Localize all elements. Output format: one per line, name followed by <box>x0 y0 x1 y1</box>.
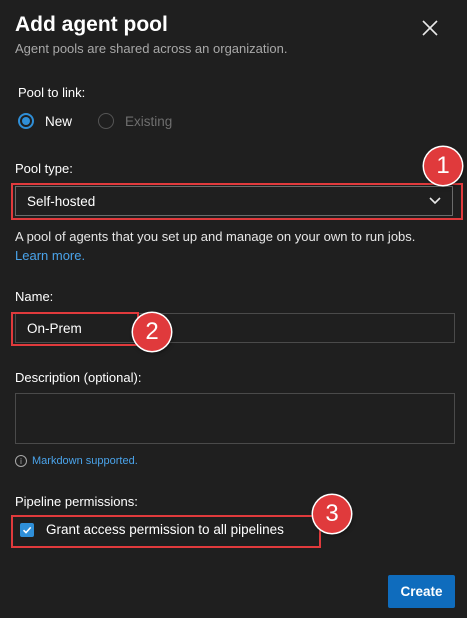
radio-new-label: New <box>45 113 73 129</box>
markdown-note: i Markdown supported. <box>15 455 138 467</box>
pool-type-label: Pool type: <box>15 161 73 176</box>
pool-type-value: Self-hosted <box>27 193 96 209</box>
pool-to-link-radio-group: New Existing <box>18 113 198 129</box>
pool-to-link-label: Pool to link: <box>18 85 86 100</box>
radio-selected-indicator <box>18 113 34 129</box>
create-button[interactable]: Create <box>388 575 455 608</box>
close-icon <box>422 20 438 36</box>
pool-type-help: A pool of agents that you set up and man… <box>15 227 445 265</box>
description-textarea[interactable] <box>15 393 455 444</box>
description-label: Description (optional): <box>15 370 142 385</box>
callout-badge-2: 2 <box>133 313 171 351</box>
dialog-subtitle: Agent pools are shared across an organiz… <box>15 41 288 56</box>
markdown-supported-text[interactable]: Markdown supported. <box>32 455 138 467</box>
chevron-down-icon <box>429 197 441 205</box>
add-agent-pool-dialog: Add agent pool Agent pools are shared ac… <box>0 0 467 618</box>
grant-access-checkbox[interactable] <box>20 522 34 537</box>
close-button[interactable] <box>416 14 444 42</box>
grant-access-label: Grant access permission to all pipelines <box>46 522 284 537</box>
radio-unselected-indicator <box>98 113 115 129</box>
callout-badge-1: 1 <box>424 147 462 185</box>
radio-existing-label: Existing <box>125 113 173 129</box>
pool-type-dropdown[interactable]: Self-hosted <box>15 186 453 216</box>
callout-badge-3: 3 <box>313 495 351 533</box>
info-icon: i <box>15 455 27 467</box>
learn-more-link[interactable]: Learn more. <box>15 248 85 263</box>
dialog-title: Add agent pool <box>15 13 168 36</box>
name-input-value: On-Prem <box>27 320 82 336</box>
pool-type-help-text: A pool of agents that you set up and man… <box>15 229 416 244</box>
radio-existing[interactable]: Existing <box>98 113 172 129</box>
grant-access-checkbox-row[interactable]: Grant access permission to all pipelines <box>20 522 284 537</box>
name-input[interactable]: On-Prem <box>15 313 455 343</box>
checkmark-icon <box>22 526 32 534</box>
radio-new[interactable]: New <box>18 113 72 129</box>
pipeline-permissions-label: Pipeline permissions: <box>15 494 138 509</box>
name-label: Name: <box>15 289 54 304</box>
